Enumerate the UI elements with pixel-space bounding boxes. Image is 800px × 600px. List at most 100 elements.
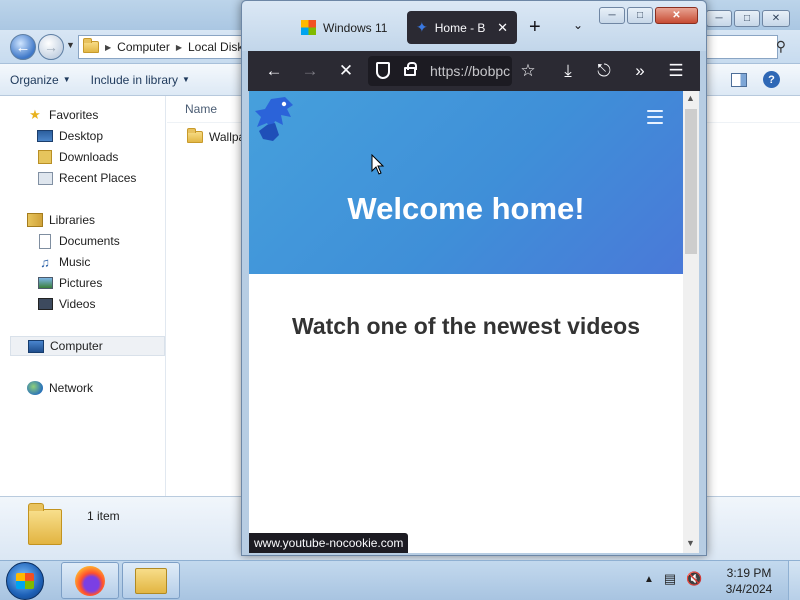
clock-date: 3/4/2024 [725, 582, 773, 596]
command-bar-right: ? [731, 71, 780, 88]
nav-downloads[interactable]: Downloads [37, 147, 118, 167]
explorer-minimize-button[interactable]: ─ [706, 10, 732, 27]
app-menu-hamburger-icon[interactable]: ☰ [664, 59, 688, 83]
scrollbar-thumb[interactable] [685, 109, 697, 254]
firefox-close-button[interactable]: ✕ [655, 7, 698, 24]
explorer-window-controls: ─ □ ✕ [706, 10, 790, 27]
pictures-icon [37, 277, 53, 289]
nav-libraries[interactable]: Libraries [27, 210, 95, 230]
clock-time: 3:19 PM [726, 566, 772, 580]
column-header-name[interactable]: Name [185, 102, 217, 116]
tab-title: Windows 11 [323, 20, 388, 35]
nav-pictures-label: Pictures [59, 276, 103, 290]
firefox-window: Windows 11 ✦ Home - Bob ✕ + ⌄ ─ □ ✕ ← → … [241, 0, 707, 556]
extensions-puzzle-icon[interactable]: ⎋ [592, 59, 616, 83]
videos-icon [37, 298, 53, 310]
organize-button[interactable]: Organize ▼ [0, 73, 81, 87]
preview-pane-icon[interactable] [731, 72, 747, 87]
back-arrow-icon[interactable]: ← [262, 59, 286, 83]
site-logo-icon[interactable] [253, 95, 297, 143]
folder-icon [28, 503, 62, 545]
nav-desktop-label: Desktop [59, 129, 104, 143]
recent-places-icon [37, 171, 53, 185]
site-menu-hamburger-icon[interactable] [647, 110, 663, 128]
nav-network-label: Network [49, 381, 94, 395]
scroll-down-icon[interactable]: ▼ [686, 538, 695, 548]
bob-favicon-icon: ✦ [416, 19, 428, 35]
firefox-window-controls: ─ □ ✕ [599, 7, 698, 24]
show-desktop-button[interactable] [788, 561, 800, 600]
recent-pages-dropdown[interactable]: ▼ [66, 40, 75, 50]
forward-arrow-icon[interactable]: → [298, 59, 322, 83]
downloads-icon[interactable]: ⤓ [556, 59, 580, 83]
close-tab-icon[interactable]: ✕ [497, 20, 508, 36]
firefox-icon [75, 565, 105, 596]
link-status-tooltip: www.youtube-nocookie.com [249, 533, 409, 553]
search-icon[interactable]: ⚲ [776, 38, 786, 55]
volume-muted-icon[interactable]: 🔇 [686, 571, 702, 587]
star-icon: ★ [29, 107, 41, 122]
folder-icon [187, 128, 203, 143]
show-hidden-icons-icon[interactable]: ▲ [644, 574, 654, 585]
nav-network[interactable]: Network [27, 378, 93, 398]
tracking-protection-shield-icon[interactable] [376, 62, 390, 79]
folder-icon [83, 38, 99, 53]
taskbar-firefox[interactable] [61, 562, 119, 599]
network-status-icon[interactable]: ▤ [664, 571, 676, 587]
include-in-library-button[interactable]: Include in library ▼ [81, 73, 200, 87]
start-button[interactable] [6, 562, 44, 600]
music-icon: ♫ [40, 254, 50, 270]
help-icon[interactable]: ? [763, 71, 780, 88]
nav-favorites[interactable]: ★ Favorites [27, 105, 98, 125]
nav-music-label: Music [59, 255, 91, 269]
nav-computer-label: Computer [50, 339, 103, 353]
desktop-icon [37, 130, 53, 142]
nav-videos-label: Videos [59, 297, 96, 311]
explorer-maximize-button[interactable]: □ [734, 10, 760, 27]
stop-loading-icon[interactable]: ✕ [334, 59, 358, 83]
page-viewport: Welcome home! Watch one of the newest vi… [249, 91, 699, 553]
navigation-toolbar: ← → ✕ https://bobpc ☆ ⤓ ⎋ » ☰ [248, 51, 700, 91]
forward-button[interactable]: → [38, 34, 64, 60]
new-tab-button[interactable]: + [529, 16, 541, 39]
chevron-down-icon: ▼ [182, 75, 190, 84]
nav-downloads-label: Downloads [59, 150, 119, 164]
system-clock[interactable]: 3:19 PM 3/4/2024 [718, 565, 780, 597]
nav-documents-label: Documents [59, 234, 120, 248]
list-all-tabs-button[interactable]: ⌄ [573, 18, 583, 32]
bookmark-star-icon[interactable]: ☆ [516, 59, 540, 83]
hero-banner: Welcome home! [249, 91, 683, 274]
tab-windows-11[interactable]: Windows 11 [292, 11, 398, 44]
section-title: Watch one of the newest videos [291, 313, 641, 339]
windows-favicon-icon [301, 20, 316, 35]
nav-documents[interactable]: Documents [37, 231, 120, 251]
chevron-down-icon: ▼ [62, 75, 71, 84]
windows-logo-icon [16, 573, 34, 589]
mouse-pointer-icon [371, 154, 385, 175]
downloads-folder-icon [38, 150, 52, 164]
url-bar[interactable]: https://bobpc [368, 56, 512, 86]
chevron-right-icon: ▶ [105, 42, 112, 52]
back-button[interactable]: ← [10, 34, 36, 60]
breadcrumb-computer[interactable]: Computer [117, 40, 170, 54]
page-scrollbar[interactable]: ▲ ▼ [683, 91, 699, 553]
navigation-pane: ★ Favorites Desktop Downloads Recent Pla… [0, 96, 166, 496]
firefox-maximize-button[interactable]: □ [627, 7, 653, 24]
overflow-chevron-icon[interactable]: » [628, 59, 652, 83]
nav-videos[interactable]: Videos [37, 294, 95, 314]
include-in-library-label: Include in library [90, 72, 178, 87]
documents-icon [39, 233, 51, 249]
lock-icon[interactable] [404, 62, 417, 76]
nav-pictures[interactable]: Pictures [37, 273, 102, 293]
nav-recent-places[interactable]: Recent Places [37, 168, 136, 188]
tab-home-bob[interactable]: ✦ Home - Bob ✕ [407, 11, 517, 44]
item-count: 1 item [87, 509, 120, 523]
nav-computer[interactable]: Computer [10, 336, 165, 356]
nav-music[interactable]: ♫ Music [37, 252, 90, 272]
firefox-minimize-button[interactable]: ─ [599, 7, 625, 24]
scroll-up-icon[interactable]: ▲ [686, 93, 695, 103]
nav-favorites-label: Favorites [49, 108, 99, 122]
taskbar-explorer[interactable] [122, 562, 180, 599]
explorer-close-button[interactable]: ✕ [762, 10, 790, 27]
nav-desktop[interactable]: Desktop [37, 126, 103, 146]
